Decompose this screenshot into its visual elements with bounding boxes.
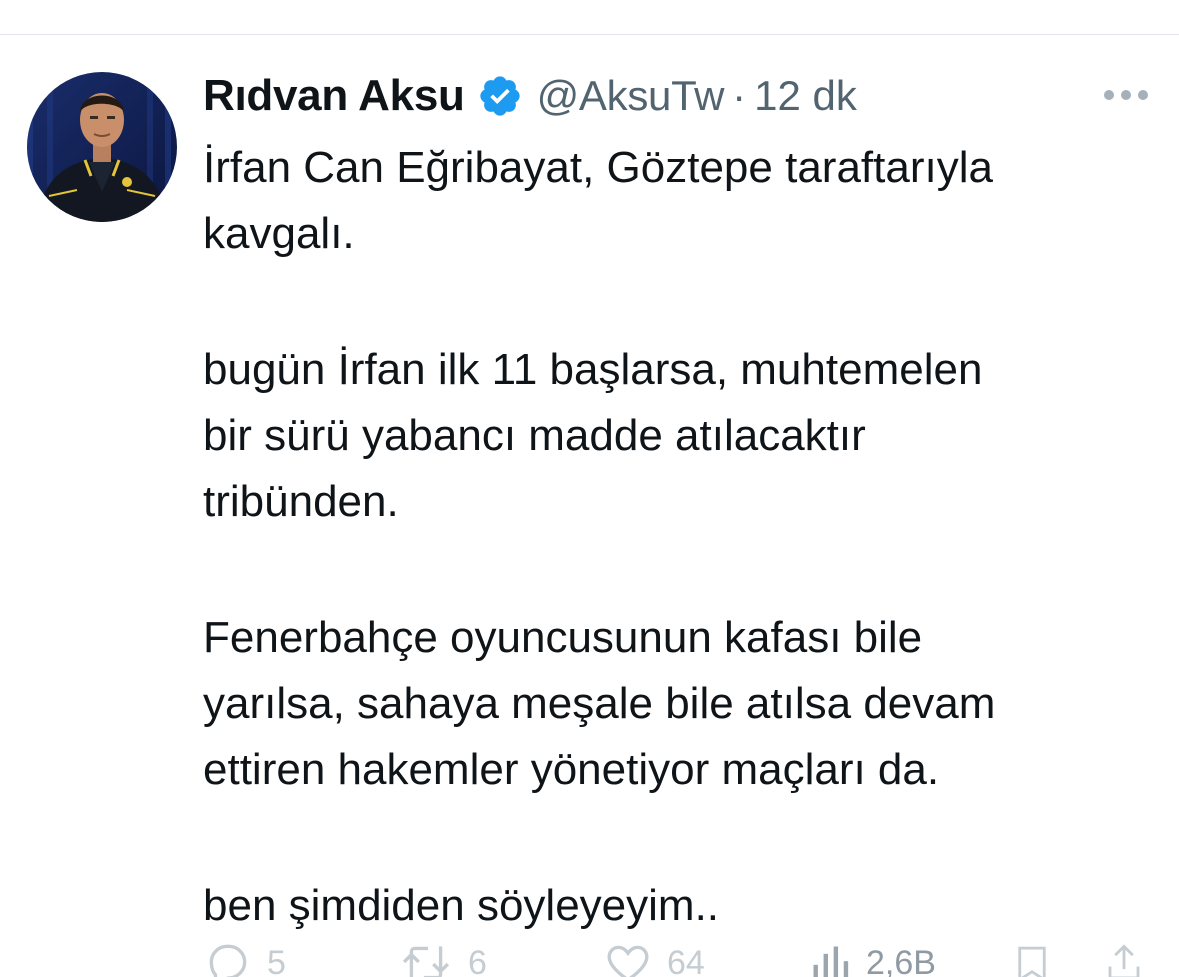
retweet-icon [402, 946, 450, 977]
like-button[interactable]: 64 [603, 938, 705, 977]
share-icon [1108, 944, 1140, 977]
divider [0, 34, 1179, 35]
retweet-count: 6 [468, 943, 487, 977]
tweet-header: Rıdvan Aksu @AksuTw · 12 dk [203, 68, 857, 124]
tweet-paragraph: İrfan Can Eğribayat, Göztepe taraftarıyl… [203, 143, 993, 258]
like-count: 64 [667, 943, 705, 977]
separator-dot: · [732, 72, 747, 119]
heart-icon [607, 945, 649, 977]
author-name[interactable]: Rıdvan Aksu [203, 71, 465, 121]
tweet-paragraph: bugün İrfan ilk 11 başlarsa, muhtemelen … [203, 345, 983, 526]
retweet-button[interactable]: 6 [398, 938, 487, 977]
share-button[interactable] [1103, 938, 1145, 977]
views-chart-icon [813, 946, 849, 977]
author-handle[interactable]: @AksuTw [537, 72, 725, 120]
bookmark-button[interactable] [1011, 938, 1053, 977]
avatar[interactable] [27, 72, 177, 222]
reply-icon [209, 944, 247, 977]
tweet-actions: 5 6 64 2,6B [203, 938, 1143, 977]
verified-badge-icon [477, 73, 523, 119]
views-count: 2,6B [866, 943, 936, 977]
tweet-timestamp[interactable]: 12 dk [754, 72, 857, 120]
tweet-view: Rıdvan Aksu @AksuTw · 12 dk İrfan Can Eğ… [0, 0, 1179, 977]
tweet-text: İrfan Can Eğribayat, Göztepe taraftarıyl… [203, 135, 1143, 939]
more-horizontal-icon [1104, 90, 1148, 100]
reply-count: 5 [267, 943, 286, 977]
bookmark-icon [1018, 946, 1046, 977]
tweet-paragraph: ben şimdiden söyleyeyim.. [203, 881, 720, 930]
tweet-paragraph: Fenerbahçe oyuncusunun kafası bile yarıl… [203, 613, 996, 794]
reply-button[interactable]: 5 [203, 938, 286, 977]
views-button[interactable]: 2,6B [808, 938, 936, 977]
avatar-image [27, 72, 177, 222]
more-options-button[interactable] [1103, 88, 1149, 102]
